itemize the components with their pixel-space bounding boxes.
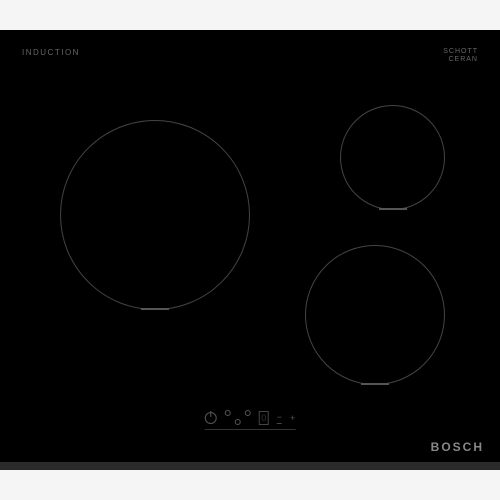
power-level-display: 0 [259,411,269,425]
zone-selector[interactable] [225,410,251,425]
zone-select-dot[interactable] [235,419,241,425]
touch-control-panel: 0 − + [205,410,296,430]
glass-brand-line1: SCHOTT [443,48,478,56]
minus-button[interactable]: − [277,412,282,424]
zone-front-mark [379,208,407,210]
plus-button[interactable]: + [290,413,295,423]
cooking-zone-large [60,120,250,310]
induction-text: INDUCTION [22,48,80,57]
brand-logo: BOSCH [431,440,484,454]
induction-cooktop: INDUCTION SCHOTT CERAN 0 − [0,30,500,470]
tech-label: INDUCTION [22,48,80,58]
glass-label: SCHOTT CERAN [443,48,478,63]
zone-select-dot[interactable] [245,410,251,416]
cooking-zone-medium [305,245,445,385]
zone-select-dot[interactable] [225,410,231,416]
zone-front-mark [141,308,169,310]
power-icon[interactable] [205,412,217,424]
cooking-zone-small [340,105,445,210]
controls-group: 0 − + [205,410,296,430]
glass-brand-line2: CERAN [443,56,478,64]
zone-front-mark [361,383,389,385]
